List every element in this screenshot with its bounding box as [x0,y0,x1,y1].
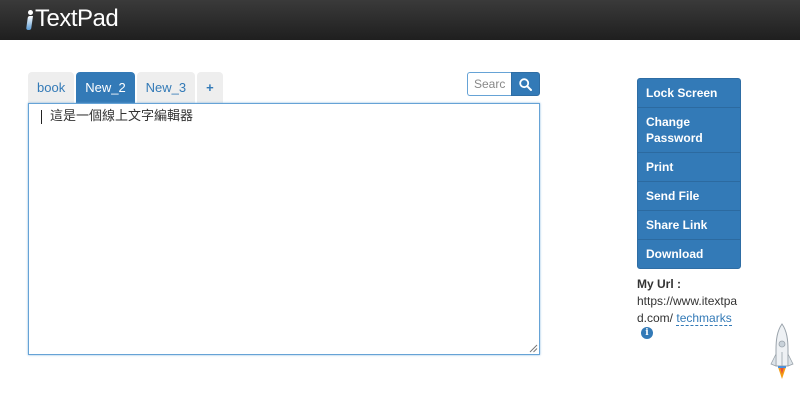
search-button[interactable] [511,72,540,96]
side-menu: Lock Screen Change Password Print Send F… [637,78,741,269]
text-editor[interactable]: 這是一個線上文字編輯器 [28,103,540,355]
download-button[interactable]: Download [638,240,740,268]
my-url-section: My Url : https://www.itextpad.com/ techm… [637,276,747,327]
my-url-label: My Url : [637,277,682,291]
info-icon[interactable]: i [641,327,653,339]
tab-new-3[interactable]: New_3 [136,72,196,103]
resize-handle-icon[interactable] [528,343,538,353]
search-icon [519,77,532,91]
top-header: TextPad [0,0,800,40]
tab-new-2[interactable]: New_2 [76,72,135,103]
lock-screen-button[interactable]: Lock Screen [638,79,740,108]
app-logo[interactable]: TextPad [25,4,119,34]
send-file-button[interactable]: Send File [638,182,740,211]
add-tab-button[interactable]: + [197,72,223,103]
logo-mark-icon [25,4,35,34]
tab-book[interactable]: book [28,72,75,103]
print-button[interactable]: Print [638,153,740,182]
my-url-alias-link[interactable]: techmarks [676,311,732,326]
search-box [467,72,540,96]
document-tabs: book New_2 New_3 + [28,72,225,103]
logo-text: TextPad [35,5,119,32]
text-caret [41,110,42,124]
editor-text: 這是一個線上文字編輯器 [50,109,194,124]
editor-content[interactable]: 這是一個線上文字編輯器 [37,109,193,125]
change-password-button[interactable]: Change Password [638,108,740,153]
rocket-icon[interactable] [770,322,794,380]
share-link-button[interactable]: Share Link [638,211,740,240]
search-input[interactable] [467,72,511,96]
